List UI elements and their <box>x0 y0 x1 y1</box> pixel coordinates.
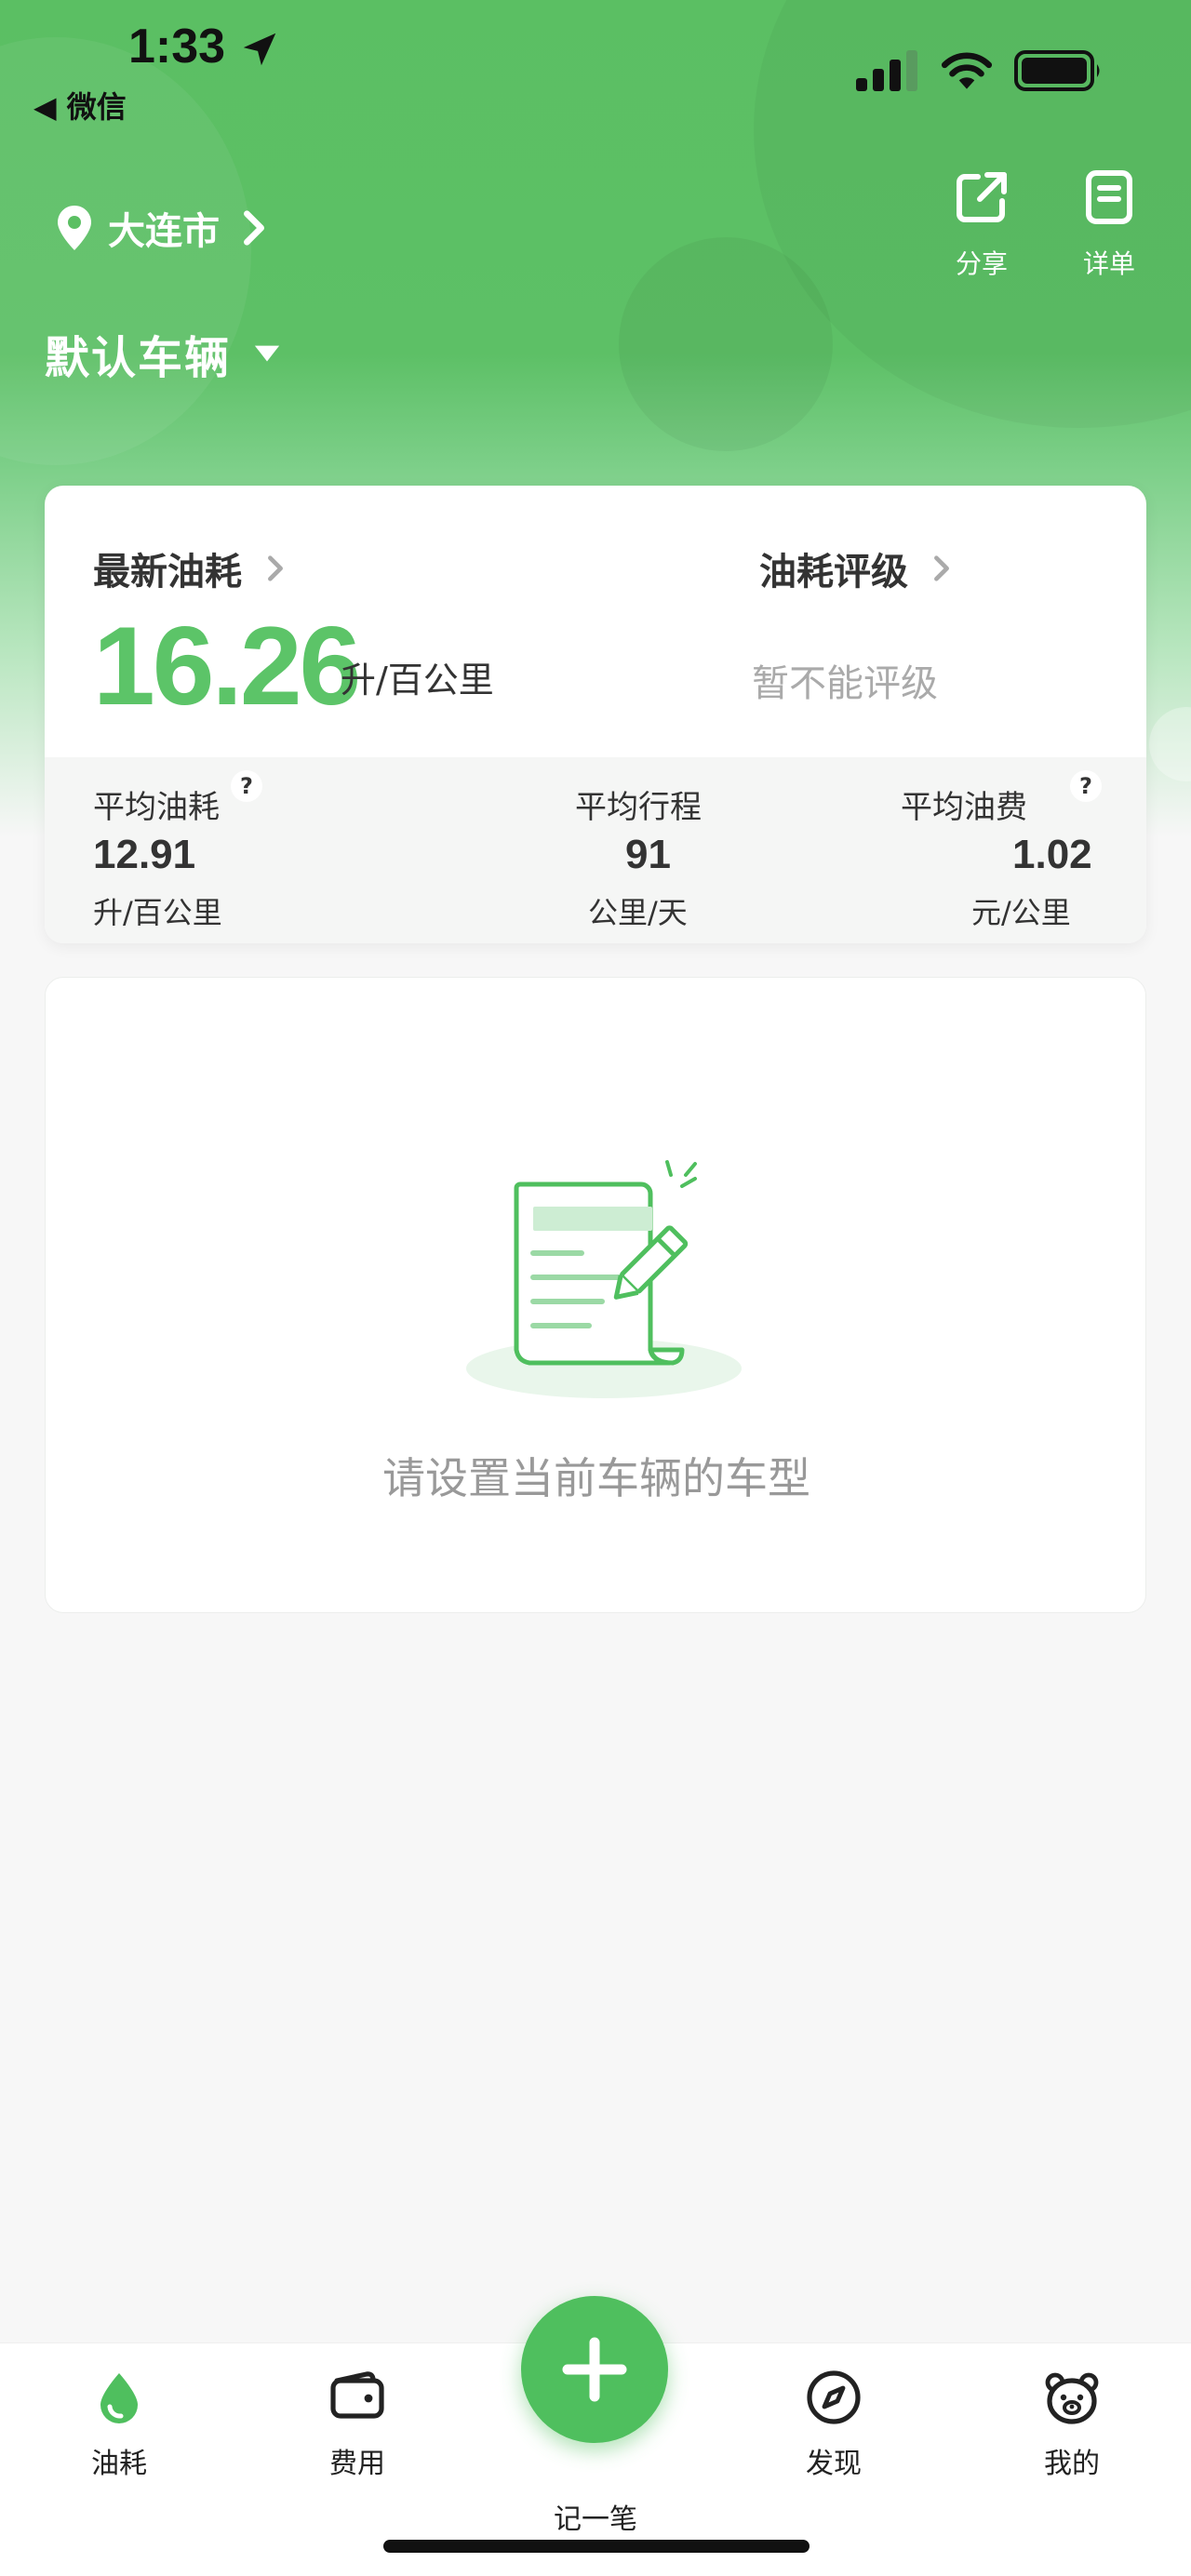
detail-label: 详单 <box>1082 248 1135 279</box>
battery-icon <box>1014 50 1100 91</box>
compass-icon <box>807 2370 861 2424</box>
help-icon[interactable]: ? <box>1070 770 1102 802</box>
avg-trip-unit: 公里/天 <box>588 895 688 930</box>
nav-fuel-label: 油耗 <box>91 2448 147 2480</box>
latest-fuel-value: 16.26 <box>93 604 361 728</box>
latest-fuel-title: 最新油耗 <box>93 551 242 594</box>
caret-down-icon <box>254 345 280 362</box>
avg-trip-label: 平均行程 <box>575 789 702 826</box>
nav-mine-label: 我的 <box>1044 2448 1100 2480</box>
vehicle-model-card[interactable]: 请设置当前车辆的车型 <box>45 977 1146 1613</box>
avg-cost-label: 平均油费 <box>901 789 1027 826</box>
wallet-icon <box>330 2371 384 2419</box>
avg-trip-value: 91 <box>625 832 671 877</box>
avg-fuel-unit: 升/百公里 <box>93 895 222 930</box>
detail-button[interactable]: 详单 <box>1063 167 1156 281</box>
location-pin-icon <box>58 206 91 250</box>
stats-strip: 平均油耗 ? 12.91 升/百公里 平均行程 91 公里/天 平均油费 ? 1… <box>45 757 1146 943</box>
nav-mine-tab[interactable]: 我的 <box>997 2368 1146 2481</box>
chevron-right-icon <box>934 555 949 581</box>
list-document-icon <box>1086 170 1132 224</box>
avg-cost-unit: 元/公里 <box>971 895 1071 930</box>
avg-cost-value: 1.02 <box>1012 832 1092 877</box>
nav-discover-label: 发现 <box>806 2448 862 2480</box>
cellular-signal-icon <box>856 50 917 91</box>
city-selector[interactable]: 大连市 <box>58 201 268 255</box>
wifi-icon <box>941 52 993 89</box>
nav-discover-tab[interactable]: 发现 <box>759 2368 908 2481</box>
plus-icon <box>562 2337 627 2402</box>
status-time: 1:33 <box>128 20 226 73</box>
fuel-rating-link[interactable]: 油耗评级 <box>759 541 951 595</box>
nav-fuel-tab[interactable]: 油耗 <box>45 2368 194 2481</box>
fuel-rating-title: 油耗评级 <box>759 551 908 594</box>
avg-fuel-label: 平均油耗 <box>93 789 220 826</box>
decor-circle <box>1149 707 1191 781</box>
avg-fuel-value: 12.91 <box>93 832 196 877</box>
vehicle-selector[interactable]: 默认车辆 <box>45 321 281 386</box>
decor-circle <box>619 237 833 451</box>
home-indicator <box>383 2540 810 2553</box>
share-label: 分享 <box>955 248 1008 279</box>
latest-fuel-unit: 升/百公里 <box>341 660 494 701</box>
help-icon[interactable]: ? <box>231 770 262 802</box>
set-model-message: 请设置当前车辆的车型 <box>382 1453 810 1503</box>
droplet-icon <box>100 2373 138 2423</box>
back-to-wechat-link[interactable]: ◀ 微信 <box>33 84 127 127</box>
add-record-label: 记一笔 <box>554 2503 637 2536</box>
share-icon <box>957 172 1007 222</box>
nav-cost-tab[interactable]: 费用 <box>283 2368 432 2481</box>
latest-fuel-link[interactable]: 最新油耗 <box>93 541 285 595</box>
vehicle-name: 默认车辆 <box>45 332 232 384</box>
chevron-right-icon <box>268 555 283 581</box>
share-button[interactable]: 分享 <box>935 167 1028 281</box>
chevron-right-icon <box>244 210 264 246</box>
document-edit-icon <box>466 1160 742 1398</box>
bear-face-icon <box>1045 2372 1099 2424</box>
fuel-rating-value: 暂不能评级 <box>752 662 938 705</box>
city-name: 大连市 <box>108 210 220 253</box>
nav-cost-label: 费用 <box>329 2448 385 2480</box>
location-arrow-icon <box>243 33 276 66</box>
fuel-consumption-card: 最新油耗 油耗评级 16.26 升/百公里 暂不能评级 平均油耗 ? 12.91… <box>45 486 1146 943</box>
add-record-button[interactable] <box>521 2296 668 2443</box>
